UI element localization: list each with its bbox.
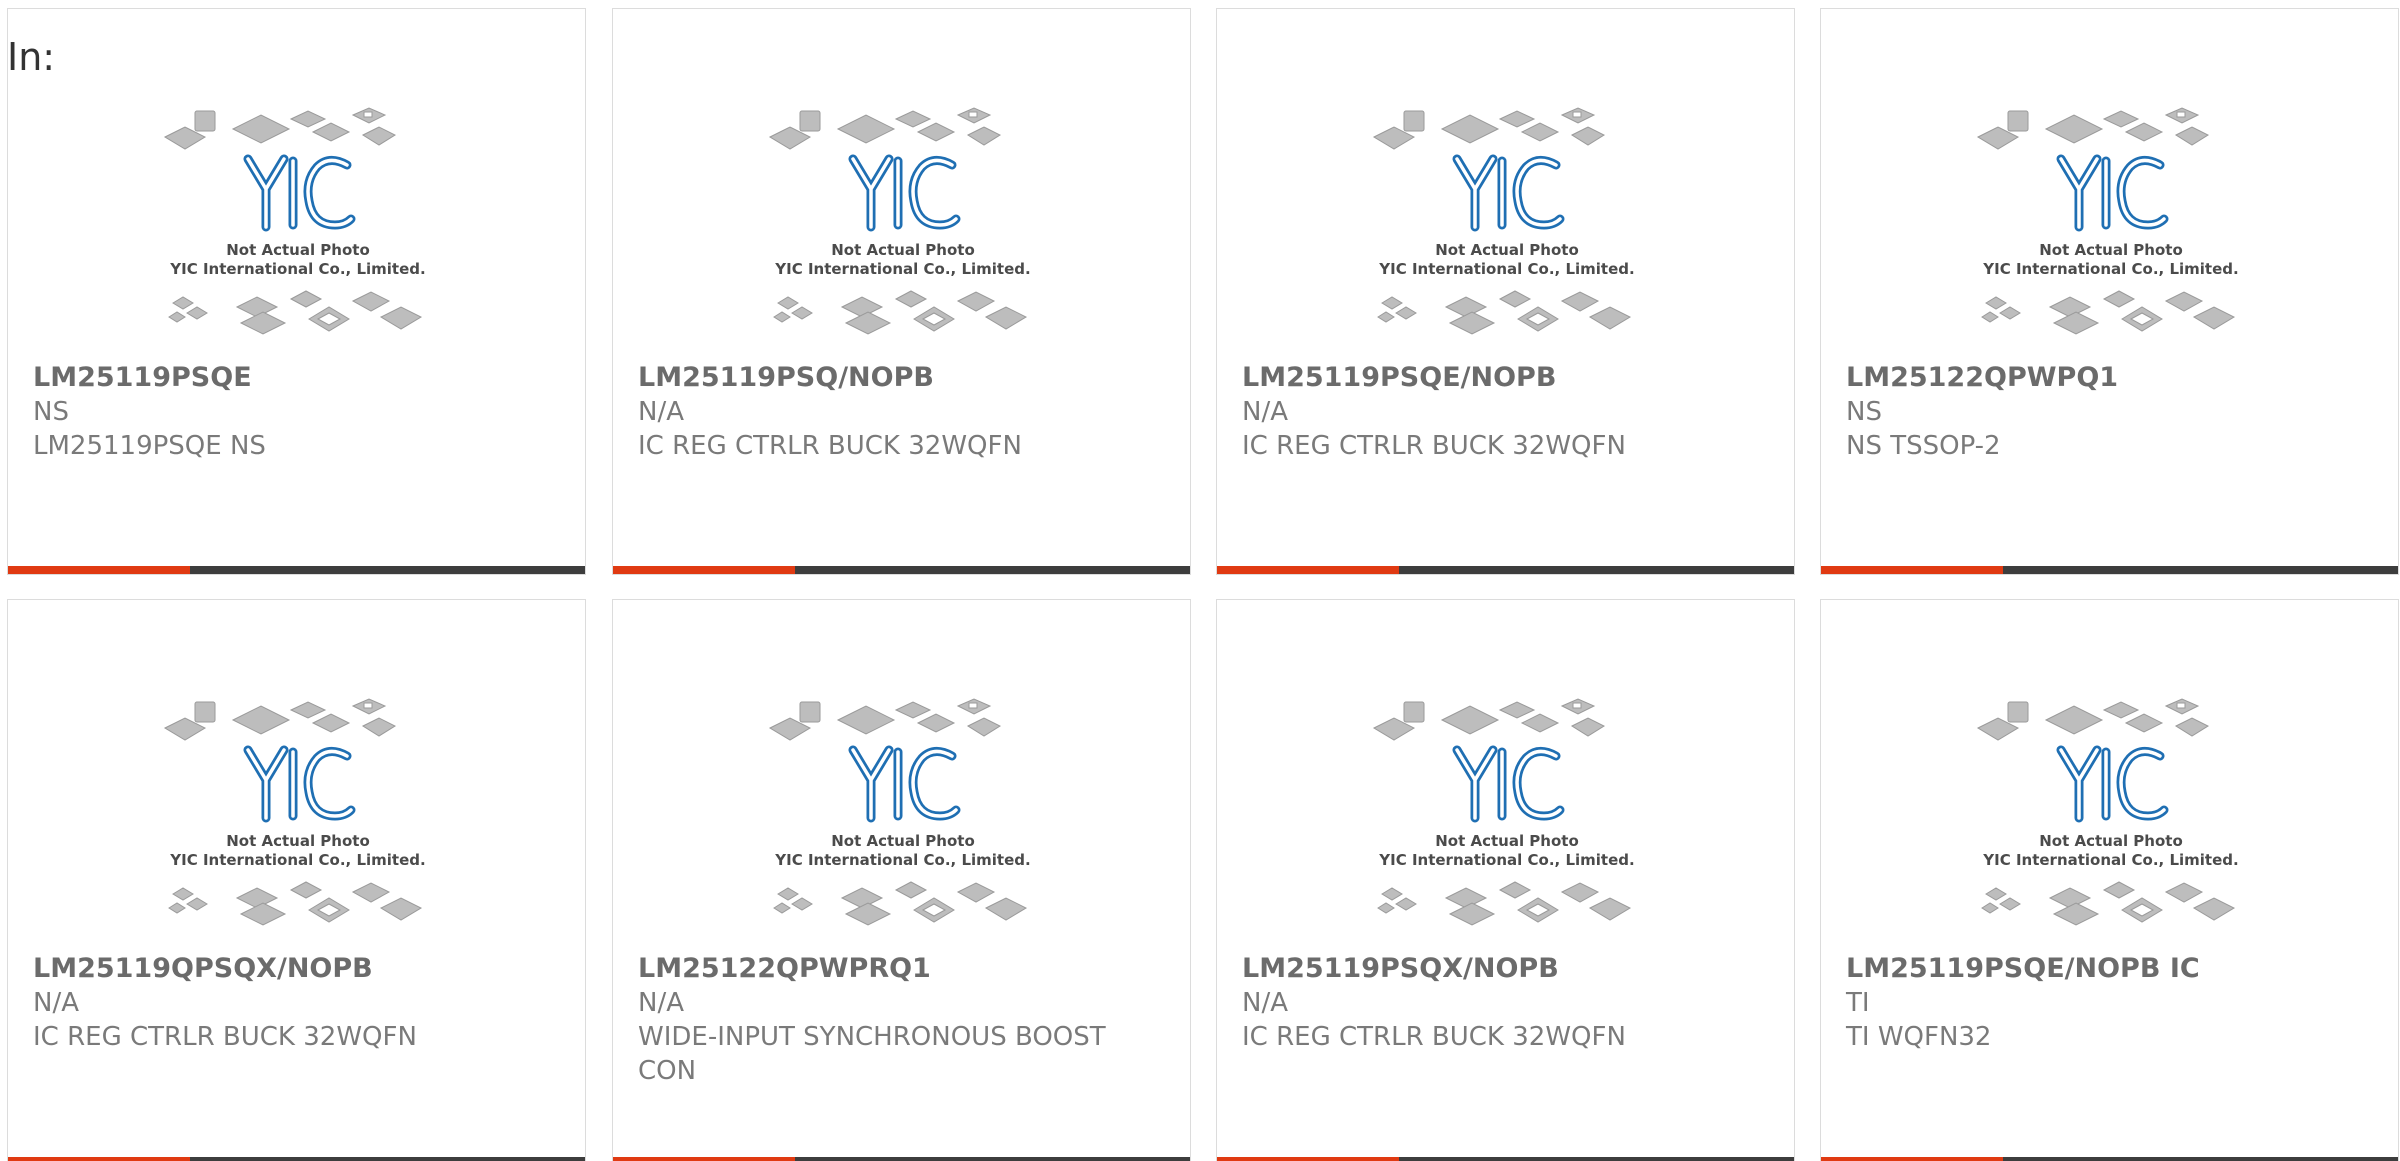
yic-logo-icon: Not Actual Photo YIC International Co., … bbox=[1976, 107, 2239, 335]
product-photo-placeholder[interactable]: Not Actual Photo YIC International Co., … bbox=[768, 690, 1038, 940]
product-card[interactable]: Not Actual Photo YIC International Co., … bbox=[612, 8, 1191, 575]
yic-logo-icon: Not Actual Photo YIC International Co., … bbox=[1976, 698, 2239, 926]
product-part-number[interactable]: LM25119PSQX/NOPB bbox=[1242, 952, 1559, 986]
photo-caption-company: YIC International Co., Limited. bbox=[1982, 851, 2238, 869]
yic-logo-icon: Not Actual Photo YIC International Co., … bbox=[1372, 698, 1635, 926]
card-bottom-bar bbox=[1217, 566, 1794, 574]
photo-caption-not-actual: Not Actual Photo bbox=[2039, 241, 2183, 259]
product-card[interactable]: Not Actual Photo YIC International Co., … bbox=[1216, 599, 1795, 1161]
product-part-number[interactable]: LM25119PSQE bbox=[33, 361, 252, 395]
photo-caption-not-actual: Not Actual Photo bbox=[2039, 832, 2183, 850]
product-photo-placeholder[interactable]: Not Actual Photo YIC International Co., … bbox=[1372, 690, 1642, 940]
product-manufacturer: N/A bbox=[1242, 397, 1288, 427]
product-description: LM25119PSQE NS bbox=[33, 431, 266, 461]
product-photo-placeholder[interactable]: Not Actual Photo YIC International Co., … bbox=[163, 690, 433, 940]
card-accent-bar bbox=[1217, 1157, 1399, 1161]
product-part-number[interactable]: LM25119PSQE/NOPB bbox=[1242, 361, 1556, 395]
yic-logo-icon: Not Actual Photo YIC International Co., … bbox=[163, 107, 426, 335]
card-bottom-bar bbox=[8, 1157, 585, 1161]
product-manufacturer: NS bbox=[1846, 397, 1882, 427]
yic-logo-icon: Not Actual Photo YIC International Co., … bbox=[768, 107, 1031, 335]
yic-logo-icon: Not Actual Photo YIC International Co., … bbox=[1372, 107, 1635, 335]
product-photo-placeholder[interactable]: Not Actual Photo YIC International Co., … bbox=[1976, 99, 2246, 349]
product-description: IC REG CTRLR BUCK 32WQFN bbox=[33, 1022, 417, 1052]
card-accent-bar bbox=[613, 566, 795, 574]
card-bottom-bar bbox=[613, 1157, 1190, 1161]
product-part-number[interactable]: LM25119QPSQX/NOPB bbox=[33, 952, 373, 986]
card-bottom-bar bbox=[1821, 1157, 2398, 1161]
card-bottom-bar bbox=[1217, 1157, 1794, 1161]
product-manufacturer: N/A bbox=[1242, 988, 1288, 1018]
photo-caption-not-actual: Not Actual Photo bbox=[1435, 241, 1579, 259]
product-card[interactable]: Not Actual Photo YIC International Co., … bbox=[7, 599, 586, 1161]
product-photo-placeholder[interactable]: Not Actual Photo YIC International Co., … bbox=[768, 99, 1038, 349]
yic-logo-icon: Not Actual Photo YIC International Co., … bbox=[163, 698, 426, 926]
product-photo-placeholder[interactable]: Not Actual Photo YIC International Co., … bbox=[163, 99, 433, 349]
card-accent-bar bbox=[1217, 566, 1399, 574]
card-bottom-bar bbox=[613, 566, 1190, 574]
card-accent-bar bbox=[8, 566, 190, 574]
photo-caption-not-actual: Not Actual Photo bbox=[831, 832, 975, 850]
product-photo-placeholder[interactable]: Not Actual Photo YIC International Co., … bbox=[1372, 99, 1642, 349]
product-description: WIDE-INPUT SYNCHRONOUS BOOST CON bbox=[638, 1022, 1106, 1086]
photo-caption-company: YIC International Co., Limited. bbox=[774, 851, 1030, 869]
product-manufacturer: N/A bbox=[638, 397, 684, 427]
product-description: TI WQFN32 bbox=[1846, 1022, 1992, 1052]
card-accent-bar bbox=[1821, 1157, 2003, 1161]
photo-caption-not-actual: Not Actual Photo bbox=[831, 241, 975, 259]
product-card[interactable]: Not Actual Photo YIC International Co., … bbox=[612, 599, 1191, 1161]
product-part-number[interactable]: LM25122QPWPQ1 bbox=[1846, 361, 2118, 395]
product-part-number[interactable]: LM25119PSQE/NOPB IC bbox=[1846, 952, 2200, 986]
product-manufacturer: N/A bbox=[33, 988, 79, 1018]
product-card[interactable]: Not Actual Photo YIC International Co., … bbox=[1820, 599, 2399, 1161]
product-manufacturer: TI bbox=[1846, 988, 1870, 1018]
product-card[interactable]: Not Actual Photo YIC International Co., … bbox=[7, 8, 586, 575]
photo-caption-not-actual: Not Actual Photo bbox=[1435, 832, 1579, 850]
yic-logo-icon: Not Actual Photo YIC International Co., … bbox=[768, 698, 1031, 926]
card-bottom-bar bbox=[1821, 566, 2398, 574]
card-accent-bar bbox=[613, 1157, 795, 1161]
product-part-number[interactable]: LM25119PSQ/NOPB bbox=[638, 361, 934, 395]
photo-caption-company: YIC International Co., Limited. bbox=[169, 260, 425, 278]
product-card[interactable]: Not Actual Photo YIC International Co., … bbox=[1216, 8, 1795, 575]
product-manufacturer: N/A bbox=[638, 988, 684, 1018]
card-accent-bar bbox=[8, 1157, 190, 1161]
product-card[interactable]: Not Actual Photo YIC International Co., … bbox=[1820, 8, 2399, 575]
photo-caption-company: YIC International Co., Limited. bbox=[169, 851, 425, 869]
product-grid-page: In: Not Actual Photo YIC International C… bbox=[0, 0, 2400, 1161]
card-accent-bar bbox=[1821, 566, 2003, 574]
product-manufacturer: NS bbox=[33, 397, 69, 427]
product-description: IC REG CTRLR BUCK 32WQFN bbox=[1242, 431, 1626, 461]
product-photo-placeholder[interactable]: Not Actual Photo YIC International Co., … bbox=[1976, 690, 2246, 940]
product-part-number[interactable]: LM25122QPWPRQ1 bbox=[638, 952, 931, 986]
filter-label: In: bbox=[7, 35, 56, 79]
photo-caption-not-actual: Not Actual Photo bbox=[226, 241, 370, 259]
photo-caption-company: YIC International Co., Limited. bbox=[1982, 260, 2238, 278]
card-bottom-bar bbox=[8, 566, 585, 574]
photo-caption-not-actual: Not Actual Photo bbox=[226, 832, 370, 850]
product-description: IC REG CTRLR BUCK 32WQFN bbox=[1242, 1022, 1626, 1052]
product-description: IC REG CTRLR BUCK 32WQFN bbox=[638, 431, 1022, 461]
product-description: NS TSSOP-2 bbox=[1846, 431, 2001, 461]
photo-caption-company: YIC International Co., Limited. bbox=[1378, 260, 1634, 278]
photo-caption-company: YIC International Co., Limited. bbox=[774, 260, 1030, 278]
photo-caption-company: YIC International Co., Limited. bbox=[1378, 851, 1634, 869]
